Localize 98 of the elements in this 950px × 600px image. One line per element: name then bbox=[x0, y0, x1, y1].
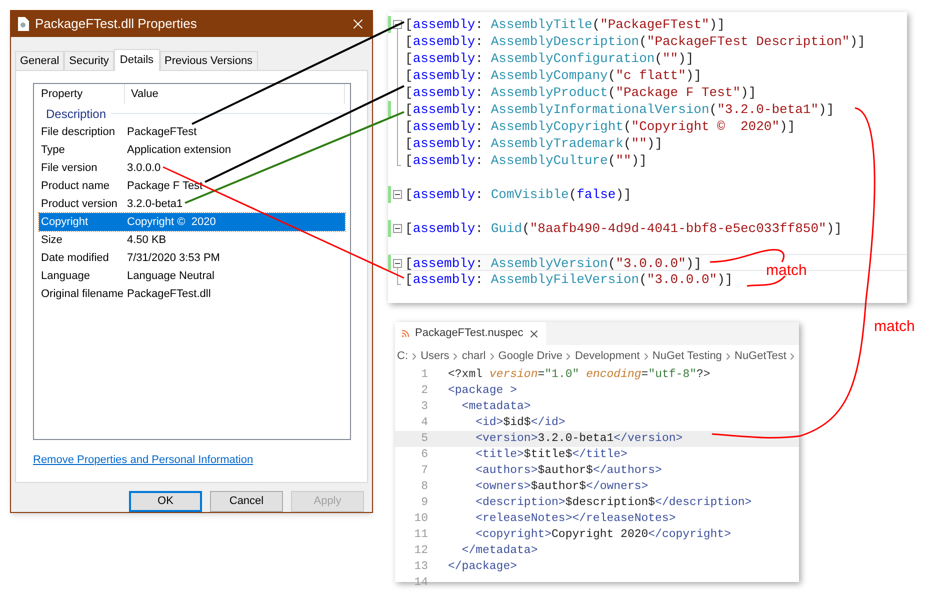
code-line: [assembly: ComVisible(false)] bbox=[405, 186, 632, 203]
fold-toggle-icon[interactable] bbox=[393, 224, 402, 233]
tab[interactable]: Security bbox=[64, 51, 114, 70]
window-title: PackageFTest.dll Properties bbox=[35, 15, 197, 34]
annotation-label: match bbox=[874, 317, 915, 337]
line-number: 1 bbox=[420, 367, 428, 384]
code-line: <title>$title$</title> bbox=[474, 447, 628, 464]
breadcrumb-item[interactable]: Google Drive bbox=[498, 348, 562, 364]
property-value: 3.2.0-beta1 bbox=[126, 196, 183, 212]
fold-toggle-icon[interactable] bbox=[393, 190, 402, 199]
breadcrumb-item[interactable]: NuGet Testing bbox=[652, 348, 722, 364]
tab[interactable]: Previous Versions bbox=[160, 51, 258, 70]
file-icon bbox=[17, 17, 29, 31]
property-value: 4.50 KB bbox=[126, 232, 166, 248]
line-number: 5 bbox=[420, 431, 428, 448]
code-line: <description>$description$</description> bbox=[474, 495, 752, 512]
code-line: <copyright>Copyright 2020</copyright> bbox=[474, 527, 731, 544]
code-line: <?xml version="1.0" encoding="utf-8"?> bbox=[448, 367, 710, 384]
property-row[interactable]: File version 3.0.0.0 bbox=[39, 159, 345, 177]
fold-toggle-icon[interactable] bbox=[393, 20, 402, 29]
fold-toggle-icon[interactable] bbox=[393, 259, 402, 268]
property-row[interactable]: Language Language Neutral bbox=[39, 267, 345, 285]
line-number: 13 bbox=[413, 559, 428, 576]
code-line: <metadata> bbox=[460, 399, 531, 416]
property-name: Size bbox=[40, 232, 64, 248]
code-line: <package > bbox=[448, 383, 518, 400]
breadcrumb-item[interactable]: C: bbox=[397, 348, 408, 364]
property-name: Date modified bbox=[40, 250, 110, 266]
line-number: 7 bbox=[420, 463, 428, 480]
property-value: Language Neutral bbox=[126, 268, 214, 284]
property-row[interactable]: Type Application extension bbox=[39, 141, 345, 159]
property-name: Original filename bbox=[40, 286, 125, 302]
code-line: </package> bbox=[448, 559, 518, 576]
property-value: Copyright © 2020 bbox=[126, 214, 216, 230]
tab[interactable]: Details bbox=[114, 49, 160, 71]
code-line: <authors>$author$</authors> bbox=[474, 463, 662, 480]
property-name: Language bbox=[40, 268, 91, 284]
property-row[interactable]: Product version 3.2.0-beta1 bbox=[39, 195, 345, 213]
code-line: <id>$id$</id> bbox=[474, 415, 566, 432]
code-line: [assembly: AssemblyConfiguration("")] bbox=[405, 50, 694, 67]
line-number: 4 bbox=[420, 415, 428, 432]
code-line: [assembly: AssemblyTrademark("")] bbox=[405, 135, 662, 152]
code-line: [assembly: AssemblyTitle("PackageFTest")] bbox=[405, 16, 725, 33]
property-value: Package F Test bbox=[126, 178, 203, 194]
code-line: [assembly: AssemblyCompany("c flatt")] bbox=[405, 67, 702, 84]
line-number: 12 bbox=[413, 543, 428, 560]
tab-title: PackageFTest.nuspec bbox=[415, 326, 524, 342]
code-line: [assembly: AssemblyCulture("")] bbox=[405, 152, 647, 169]
column-header[interactable]: Property bbox=[39, 84, 125, 104]
editor-tab[interactable]: PackageFTest.nuspec bbox=[395, 322, 546, 345]
property-row[interactable]: Copyright Copyright © 2020 bbox=[39, 213, 345, 231]
breadcrumb-item[interactable]: charl bbox=[462, 348, 486, 364]
line-number: 3 bbox=[420, 399, 428, 416]
line-number: 9 bbox=[420, 495, 428, 512]
line-number: 2 bbox=[420, 383, 428, 400]
breadcrumb-item[interactable]: NuGetTest bbox=[734, 348, 786, 364]
line-number: 14 bbox=[413, 575, 428, 592]
tab[interactable]: General bbox=[15, 51, 64, 70]
property-name: Type bbox=[40, 142, 66, 158]
property-value: PackageFTest.dll bbox=[126, 286, 211, 302]
property-name: File description bbox=[40, 124, 116, 140]
property-row[interactable]: File description PackageFTest bbox=[39, 123, 345, 141]
property-name: Copyright bbox=[40, 214, 90, 230]
property-value: 3.0.0.0 bbox=[126, 160, 161, 176]
line-number: 11 bbox=[413, 527, 428, 544]
group-header: Description bbox=[46, 106, 106, 122]
property-value: PackageFTest bbox=[126, 124, 197, 140]
code-line: [assembly: Guid("8aafb490-4d9d-4041-bbf8-e5ec033ff850")] bbox=[405, 220, 842, 237]
feed-icon bbox=[401, 329, 410, 338]
code-line: [assembly: AssemblyFileVersion("3.0.0.0")] bbox=[405, 271, 733, 288]
code-line: <owners>$author$</owners> bbox=[474, 479, 648, 496]
property-name: Product name bbox=[40, 178, 110, 194]
line-number: 10 bbox=[413, 511, 428, 528]
annotation-label: match bbox=[766, 261, 807, 281]
code-line: [assembly: AssemblyCopyright("Copyright © 2020")] bbox=[405, 118, 796, 135]
property-value: Application extension bbox=[126, 142, 231, 158]
property-value: 7/31/2020 3:53 PM bbox=[126, 250, 220, 266]
column-header[interactable]: Value bbox=[125, 84, 345, 104]
code-line: [assembly: AssemblyInformationalVersion("3.2.0-beta1")] bbox=[405, 101, 834, 118]
remove-properties-link[interactable]: Remove Properties and Personal Information bbox=[33, 452, 254, 468]
property-row[interactable]: Original filename PackageFTest.dll bbox=[39, 285, 345, 303]
code-line: </metadata> bbox=[460, 543, 538, 560]
close-icon[interactable] bbox=[528, 328, 540, 340]
code-line: <releaseNotes></releaseNotes> bbox=[474, 511, 676, 528]
code-line: <version>3.2.0-beta1</version> bbox=[474, 431, 683, 448]
property-row[interactable]: Size 4.50 KB bbox=[39, 231, 345, 249]
dialog-button[interactable]: OK bbox=[129, 491, 202, 512]
breadcrumb-item[interactable]: Users bbox=[420, 348, 450, 364]
property-name: Product version bbox=[40, 196, 118, 212]
breadcrumb-item[interactable]: Development bbox=[575, 348, 640, 364]
property-row[interactable]: Product name Package F Test bbox=[39, 177, 345, 195]
property-row[interactable]: Date modified 7/31/2020 3:53 PM bbox=[39, 249, 345, 267]
line-number: 6 bbox=[420, 447, 428, 464]
code-line: [assembly: AssemblyDescription("PackageFTest Description")] bbox=[405, 33, 866, 50]
dialog-button[interactable]: Cancel bbox=[210, 491, 283, 512]
code-line: [assembly: AssemblyProduct("Package F Test")] bbox=[405, 84, 756, 101]
property-name: File version bbox=[40, 160, 98, 176]
line-number: 8 bbox=[420, 479, 428, 496]
